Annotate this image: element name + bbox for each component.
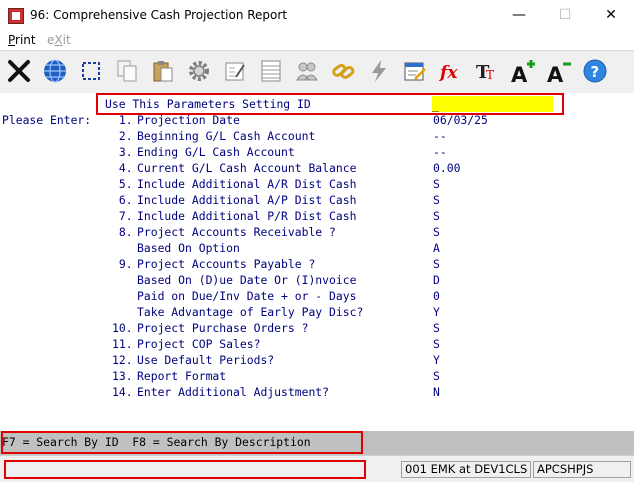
help-icon[interactable]: ?: [580, 55, 610, 87]
row-number: 8.: [112, 225, 133, 239]
users-icon[interactable]: [292, 55, 322, 87]
menu-print-rest: rint: [15, 33, 36, 47]
row-value[interactable]: S: [433, 224, 440, 240]
font-decrease-icon[interactable]: A: [544, 55, 574, 87]
svg-text:T: T: [486, 68, 494, 82]
row-label: Ending G/L Cash Account: [137, 145, 295, 159]
globe-icon[interactable]: [40, 55, 70, 87]
form-area: Use This Parameters Setting ID _ Please …: [0, 93, 634, 431]
row-label: Include Additional A/R Dist Cash: [137, 177, 357, 191]
row-label: Report Format: [137, 369, 227, 383]
row-value[interactable]: S: [433, 256, 440, 272]
function-key-bar: F7 = Search By ID F8 = Search By Descrip…: [0, 431, 634, 455]
text-font-icon[interactable]: TT: [472, 55, 502, 87]
font-increase-icon[interactable]: A: [508, 55, 538, 87]
calendar-edit-icon[interactable]: [400, 55, 430, 87]
row-label: Project Accounts Receivable ?: [137, 225, 336, 239]
row-label: Include Additional P/R Dist Cash: [137, 209, 357, 223]
paste-clipboard-icon[interactable]: [148, 55, 178, 87]
window-title: 96: Comprehensive Cash Projection Report: [30, 8, 288, 22]
row-number: 7.: [112, 209, 133, 223]
row-label: Project COP Sales?: [137, 337, 261, 351]
row-number: 2.: [112, 129, 133, 143]
row-label: Beginning G/L Cash Account: [137, 129, 316, 143]
row-label: Use Default Periods?: [137, 353, 275, 367]
menu-print[interactable]: Print: [8, 33, 36, 47]
edit-form-icon[interactable]: [220, 55, 250, 87]
row-number: 14.: [112, 385, 133, 399]
setting-id-field[interactable]: [432, 96, 553, 112]
row-value[interactable]: S: [433, 208, 440, 224]
svg-text:?: ?: [591, 63, 600, 81]
menu-bar: Print eXit: [0, 31, 634, 50]
setting-id-value: _: [432, 98, 439, 112]
setting-id-label: Use This Parameters Setting ID: [105, 97, 311, 111]
row-number: 12.: [112, 353, 133, 367]
select-box-icon[interactable]: [76, 55, 106, 87]
row-value[interactable]: S: [433, 336, 440, 352]
row-value[interactable]: --: [433, 128, 447, 144]
menu-exit[interactable]: eXit: [47, 33, 71, 47]
fkey-hints[interactable]: F7 = Search By ID F8 = Search By Descrip…: [2, 434, 311, 450]
row-number: 5.: [112, 177, 133, 191]
svg-text:A: A: [511, 63, 528, 84]
status-program-pane: APCSHPJS: [533, 461, 631, 478]
row-label: Based On (D)ue Date Or (I)nvoice: [137, 273, 357, 287]
title-bar: 96: Comprehensive Cash Projection Report…: [0, 0, 634, 32]
lightning-icon[interactable]: [364, 55, 394, 87]
row-label: Project Purchase Orders ?: [137, 321, 309, 335]
close-x-icon[interactable]: [4, 55, 34, 87]
close-window-button[interactable]: ✕: [588, 0, 634, 31]
menu-exit-rest: it: [62, 33, 71, 47]
row-value[interactable]: N: [433, 384, 440, 400]
row-value[interactable]: A: [433, 240, 440, 256]
row-number: 9.: [112, 257, 133, 271]
row-value[interactable]: 0.00: [433, 160, 460, 176]
status-user-pane: 001 EMK at DEV1CLS: [401, 461, 531, 478]
svg-text:fx: fx: [439, 63, 458, 83]
row-value[interactable]: 0: [433, 288, 440, 304]
row-number: 3.: [112, 145, 133, 159]
row-label: Include Additional A/P Dist Cash: [137, 193, 357, 207]
row-number: 13.: [112, 369, 133, 383]
row-number: 6.: [112, 193, 133, 207]
app-icon: [8, 8, 24, 24]
row-value[interactable]: S: [433, 368, 440, 384]
row-number: 1.: [112, 113, 133, 127]
row-value[interactable]: Y: [433, 304, 440, 320]
row-label: Projection Date: [137, 113, 240, 127]
link-chain-icon[interactable]: [328, 55, 358, 87]
row-value[interactable]: 06/03/25: [433, 112, 488, 128]
row-value[interactable]: S: [433, 176, 440, 192]
row-value[interactable]: S: [433, 320, 440, 336]
please-enter-label: Please Enter:: [2, 113, 92, 127]
function-fx-icon[interactable]: fx: [436, 55, 466, 87]
svg-text:A: A: [547, 63, 564, 84]
menu-exit-mnemonic: X: [54, 33, 63, 47]
minimize-button[interactable]: —: [496, 0, 542, 31]
row-number: 10.: [112, 321, 133, 335]
maximize-button: ☐: [558, 7, 572, 23]
status-bar: 001 EMK at DEV1CLS APCSHPJS: [0, 455, 634, 482]
row-value[interactable]: Y: [433, 352, 440, 368]
row-label: Current G/L Cash Account Balance: [137, 161, 357, 175]
row-number: 11.: [112, 337, 133, 351]
row-value[interactable]: --: [433, 144, 447, 160]
status-message-pane: [4, 460, 366, 479]
row-value[interactable]: D: [433, 272, 440, 288]
toolbar: fx TT A A ?: [0, 50, 634, 94]
row-label: Project Accounts Payable ?: [137, 257, 316, 271]
row-label: Take Advantage of Early Pay Disc?: [137, 305, 364, 319]
row-label: Paid on Due/Inv Date + or - Days: [137, 289, 357, 303]
gear-icon[interactable]: [184, 55, 214, 87]
row-number: 4.: [112, 161, 133, 175]
copy-pages-icon[interactable]: [112, 55, 142, 87]
row-label: Enter Additional Adjustment?: [137, 385, 330, 399]
row-label: Based On Option: [137, 241, 240, 255]
list-table-icon[interactable]: [256, 55, 286, 87]
menu-print-mnemonic: P: [8, 33, 16, 47]
row-value[interactable]: S: [433, 192, 440, 208]
